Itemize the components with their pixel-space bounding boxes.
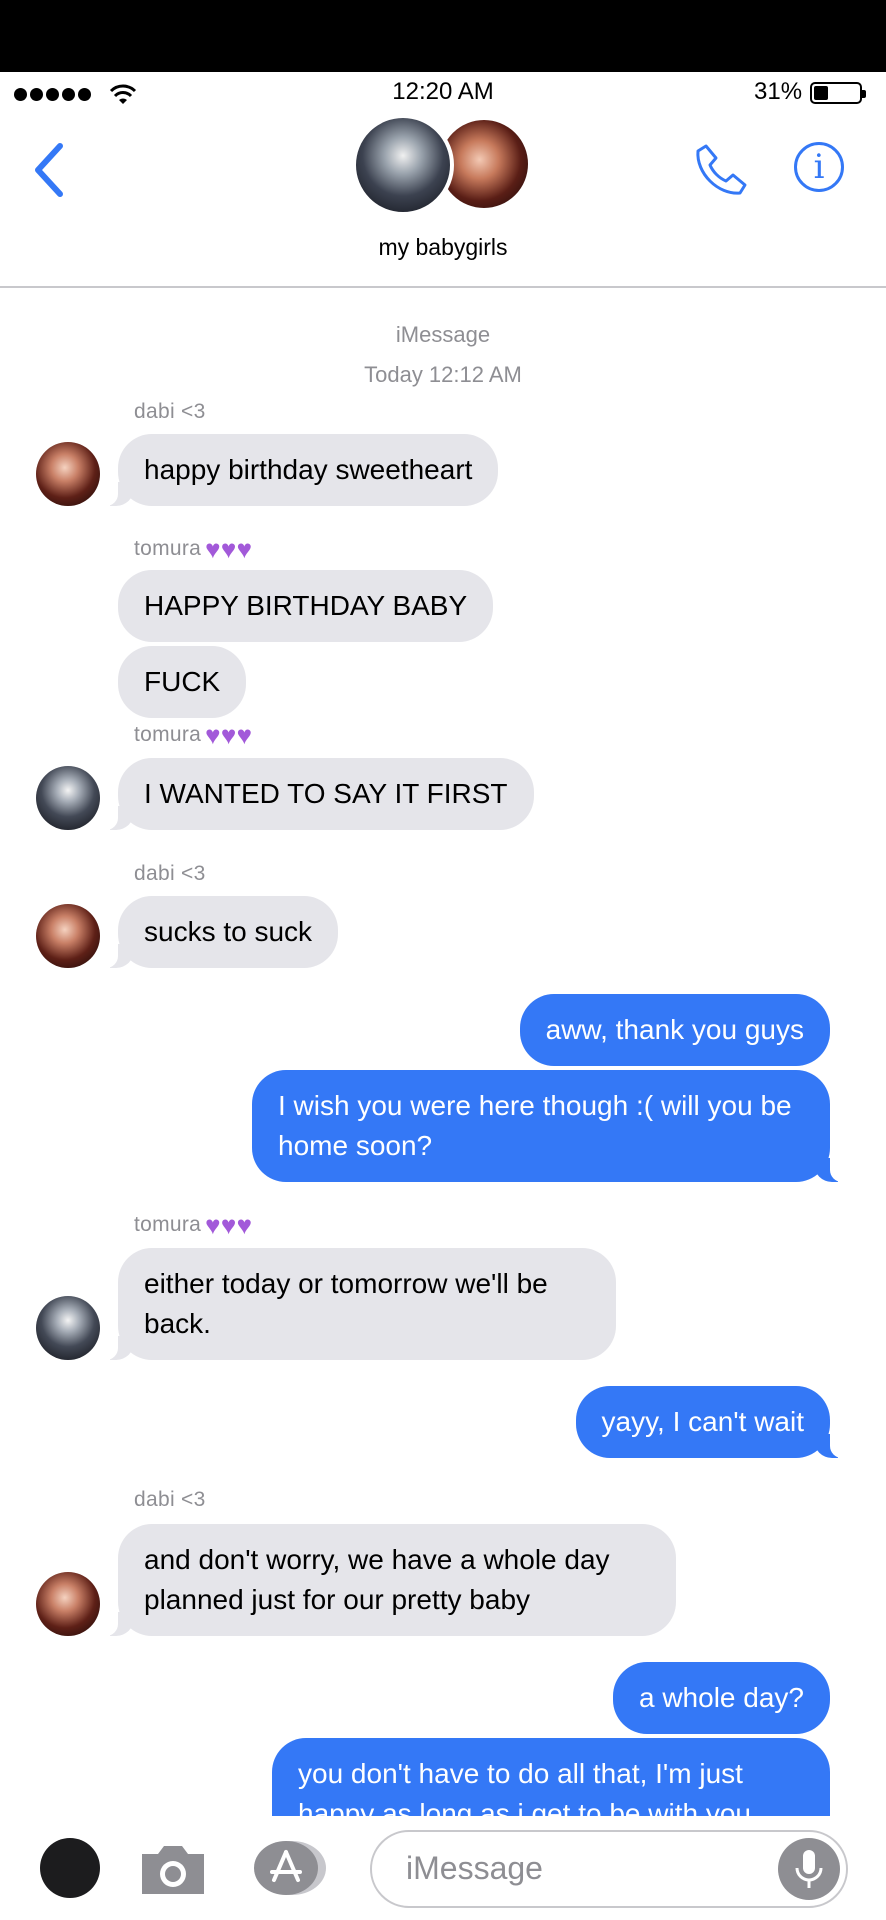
microphone-icon[interactable] (778, 1838, 840, 1900)
message-bubble-sent[interactable]: yayy, I can't wait (575, 1386, 847, 1458)
message-bubble-sent[interactable]: you don't have to do all that, I'm just … (272, 1738, 830, 1816)
purple-heart-icon: ♥♥♥ (205, 720, 253, 750)
status-bar: 12:20 AM 31% (0, 72, 886, 112)
avatar-dabi[interactable] (36, 904, 100, 968)
message-input[interactable]: iMessage (370, 1830, 848, 1908)
message-bubble-sent[interactable]: aww, thank you guys (519, 994, 830, 1066)
message-input-placeholder: iMessage (406, 1850, 543, 1886)
purple-heart-icon: ♥♥♥ (205, 1210, 253, 1240)
app-store-icon[interactable] (252, 1840, 328, 1896)
message-bubble[interactable]: happy birthday sweetheart (101, 434, 499, 506)
message-bubble[interactable]: I WANTED TO SAY IT FIRST (102, 758, 534, 830)
conversation-header: my babygirls i (0, 112, 886, 288)
phone-icon[interactable] (692, 140, 752, 200)
sender-name: tomura ♥♥♥ (134, 534, 253, 564)
sender-name: tomura ♥♥♥ (134, 1210, 253, 1240)
purple-heart-icon: ♥♥♥ (205, 534, 253, 564)
avatar-dabi[interactable] (36, 442, 100, 506)
top-black-bar (0, 0, 886, 72)
avatar-tomura[interactable] (36, 766, 100, 830)
battery-icon (810, 82, 866, 104)
message-bubble[interactable]: sucks to suck (101, 896, 339, 968)
group-avatar-tomura[interactable] (352, 114, 454, 216)
chevron-left-icon[interactable] (30, 140, 70, 200)
avatar-dabi[interactable] (36, 1572, 100, 1636)
message-bubble[interactable]: HAPPY BIRTHDAY BABY (118, 570, 494, 642)
message-bubble-sent[interactable]: I wish you were here though :( will you … (252, 1070, 846, 1182)
avatar-tomura[interactable] (36, 1296, 100, 1360)
sender-name: dabi <3 (134, 400, 206, 423)
battery-percent: 31% (754, 78, 803, 105)
sender-name: tomura ♥♥♥ (134, 720, 253, 750)
message-thread[interactable]: iMessage Today 12:12 AM dabi <3 happy bi… (0, 288, 886, 1816)
animoji-button[interactable] (40, 1838, 100, 1898)
message-bubble-sent[interactable]: a whole day? (612, 1662, 830, 1734)
service-label: iMessage (395, 322, 491, 347)
sender-name: dabi <3 (134, 1488, 206, 1511)
message-composer: iMessage (0, 1816, 886, 1920)
sender-name: dabi <3 (134, 862, 206, 885)
info-icon[interactable]: i (794, 142, 844, 192)
message-bubble[interactable]: either today or tomorrow we'll be back. (102, 1248, 616, 1360)
group-name[interactable]: my babygirls (0, 234, 886, 261)
message-bubble[interactable]: and don't worry, we have a whole day pla… (102, 1524, 676, 1636)
camera-icon[interactable] (138, 1840, 208, 1898)
message-bubble[interactable]: FUCK (118, 646, 247, 718)
thread-date: Today 12:12 AM (364, 362, 522, 387)
